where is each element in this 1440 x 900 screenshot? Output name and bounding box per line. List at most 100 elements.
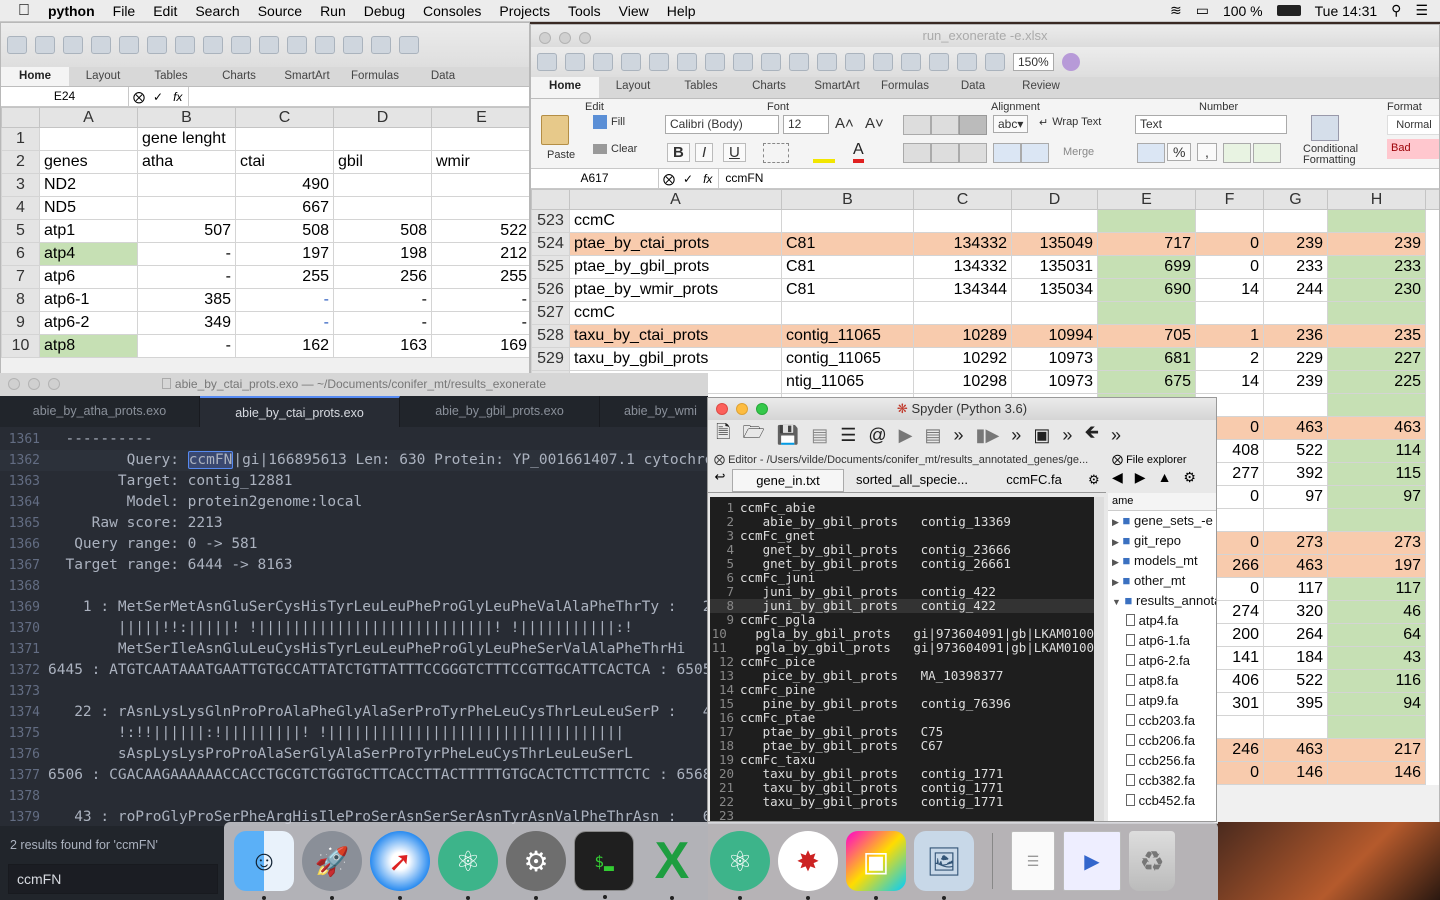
function-icon[interactable]: [929, 53, 949, 71]
code-line[interactable]: 5 gnet_by_gbil_prots contig_26661: [710, 557, 1094, 571]
cell[interactable]: [431, 127, 529, 151]
cell[interactable]: contig_11065: [781, 347, 914, 371]
corner-cell[interactable]: [1, 107, 40, 128]
cell[interactable]: 705: [1097, 324, 1196, 348]
file-item[interactable]: ccb206.fa: [1108, 731, 1216, 751]
underline-button[interactable]: U: [723, 143, 746, 162]
airplay-icon[interactable]: ▭: [1196, 2, 1209, 19]
row-header[interactable]: 3: [1, 173, 40, 197]
cell[interactable]: 162: [235, 334, 334, 358]
eraser-icon[interactable]: [593, 144, 607, 154]
folder-item[interactable]: ▶ ■ git_repo: [1108, 531, 1216, 551]
cell[interactable]: 10298: [913, 370, 1012, 394]
more-icon[interactable]: »: [954, 425, 964, 446]
fill-icon[interactable]: [593, 115, 607, 129]
row-header[interactable]: 526: [531, 278, 570, 302]
comma-button[interactable]: ,: [1197, 143, 1217, 161]
cell[interactable]: [1327, 301, 1426, 325]
row-header[interactable]: 4: [1, 196, 40, 220]
tab-home[interactable]: Home: [531, 77, 599, 98]
cell[interactable]: 244: [1263, 278, 1328, 302]
cell[interactable]: 217: [1327, 738, 1426, 762]
cancel-formula-icon[interactable]: ⨂: [659, 172, 679, 186]
cell[interactable]: ptae_by_gbil_prots: [569, 255, 782, 279]
cell[interactable]: atp6-2: [39, 311, 138, 335]
cell[interactable]: 273: [1327, 531, 1426, 555]
col-header[interactable]: G: [1263, 189, 1328, 210]
cell[interactable]: [1011, 301, 1098, 325]
row-header[interactable]: 5: [1, 219, 40, 243]
cell[interactable]: -: [235, 311, 334, 335]
col-header[interactable]: C: [913, 189, 1012, 210]
cell[interactable]: [1097, 301, 1196, 325]
preview-icon[interactable]: 🖼: [914, 831, 974, 900]
decrease-indent-icon[interactable]: [993, 143, 1021, 163]
save-icon[interactable]: [91, 36, 111, 54]
tab-formulas[interactable]: Formulas: [341, 67, 409, 86]
accept-formula-icon[interactable]: ✓: [149, 90, 167, 104]
forward-icon[interactable]: ▶: [1135, 469, 1146, 493]
copy-icon[interactable]: [175, 36, 195, 54]
code-line[interactable]: 1366 Query range: 0 -> 581: [0, 534, 708, 555]
spotlight-icon[interactable]: ⚲: [1391, 2, 1401, 19]
menu-projects[interactable]: Projects: [490, 3, 559, 19]
atom-icon-2[interactable]: ⚛: [710, 831, 770, 900]
cell[interactable]: 212: [431, 242, 529, 266]
help-icon[interactable]: [1061, 53, 1080, 71]
cell[interactable]: 273: [1263, 531, 1328, 555]
cell[interactable]: [1195, 209, 1264, 233]
row-header[interactable]: 527: [531, 301, 570, 325]
file-item[interactable]: atp8.fa: [1108, 671, 1216, 691]
gallery-icon[interactable]: [957, 53, 977, 71]
cell[interactable]: 699: [1097, 255, 1196, 279]
col-header-extra[interactable]: [1425, 189, 1439, 210]
cell[interactable]: 163: [333, 334, 432, 358]
code-line[interactable]: 23: [710, 809, 1094, 822]
zoom-select[interactable]: 150%: [1013, 53, 1054, 71]
notification-center-icon[interactable]: ☰: [1415, 2, 1428, 19]
col-header[interactable]: D: [333, 107, 432, 128]
battery-icon[interactable]: [1276, 5, 1301, 16]
cell[interactable]: 10973: [1011, 347, 1098, 371]
launchpad-icon[interactable]: 🚀: [302, 831, 362, 900]
cell[interactable]: [1263, 715, 1328, 739]
align-bottom-icon[interactable]: [959, 115, 987, 135]
cell[interactable]: 97: [1327, 485, 1426, 509]
terminal-icon[interactable]: $▂: [574, 831, 634, 899]
code-line[interactable]: 20 taxu_by_gbil_prots contig_1771: [710, 767, 1094, 781]
window-close-button[interactable]: [539, 32, 551, 44]
cell[interactable]: [39, 127, 138, 151]
window-minimize-button[interactable]: [28, 378, 40, 390]
cell[interactable]: atha: [137, 150, 236, 174]
undo-icon[interactable]: [789, 53, 809, 71]
cell[interactable]: 239: [1263, 232, 1328, 256]
apple-icon[interactable]: : [0, 2, 39, 20]
step-icon[interactable]: ▮▶: [976, 425, 1000, 446]
cell[interactable]: [1327, 393, 1426, 417]
cell[interactable]: atp6: [39, 265, 138, 289]
tab-data[interactable]: Data: [939, 77, 1007, 98]
cell[interactable]: 717: [1097, 232, 1196, 256]
cell[interactable]: 94: [1327, 692, 1426, 716]
file-item[interactable]: atp6-1.fa: [1108, 631, 1216, 651]
code-line[interactable]: 1361 ----------: [0, 429, 708, 450]
safari-icon[interactable]: ➚: [370, 831, 430, 900]
window-close-button[interactable]: [716, 403, 728, 415]
close-pane-icon[interactable]: ⨂: [1112, 454, 1126, 466]
new-file-icon[interactable]: 🗎: [716, 420, 730, 450]
window-zoom-button[interactable]: [48, 378, 60, 390]
cell[interactable]: -: [137, 265, 236, 289]
cell[interactable]: 184: [1263, 646, 1328, 670]
fx-label[interactable]: fx: [167, 90, 188, 104]
cell[interactable]: [137, 173, 236, 197]
code-line[interactable]: 9 ccmFc_pgla: [710, 613, 1094, 627]
cell[interactable]: ntig_11065: [781, 370, 914, 394]
find-input[interactable]: ccmFN: [8, 864, 218, 894]
cell[interactable]: 46: [1327, 600, 1426, 624]
cell[interactable]: 1: [1195, 324, 1264, 348]
maximize-pane-icon[interactable]: ▣: [1033, 425, 1050, 446]
cell[interactable]: 681: [1097, 347, 1196, 371]
cell[interactable]: 10994: [1011, 324, 1098, 348]
code-line[interactable]: 1364 Model: protein2genome:local: [0, 492, 708, 513]
window-minimize-button[interactable]: [559, 32, 571, 44]
